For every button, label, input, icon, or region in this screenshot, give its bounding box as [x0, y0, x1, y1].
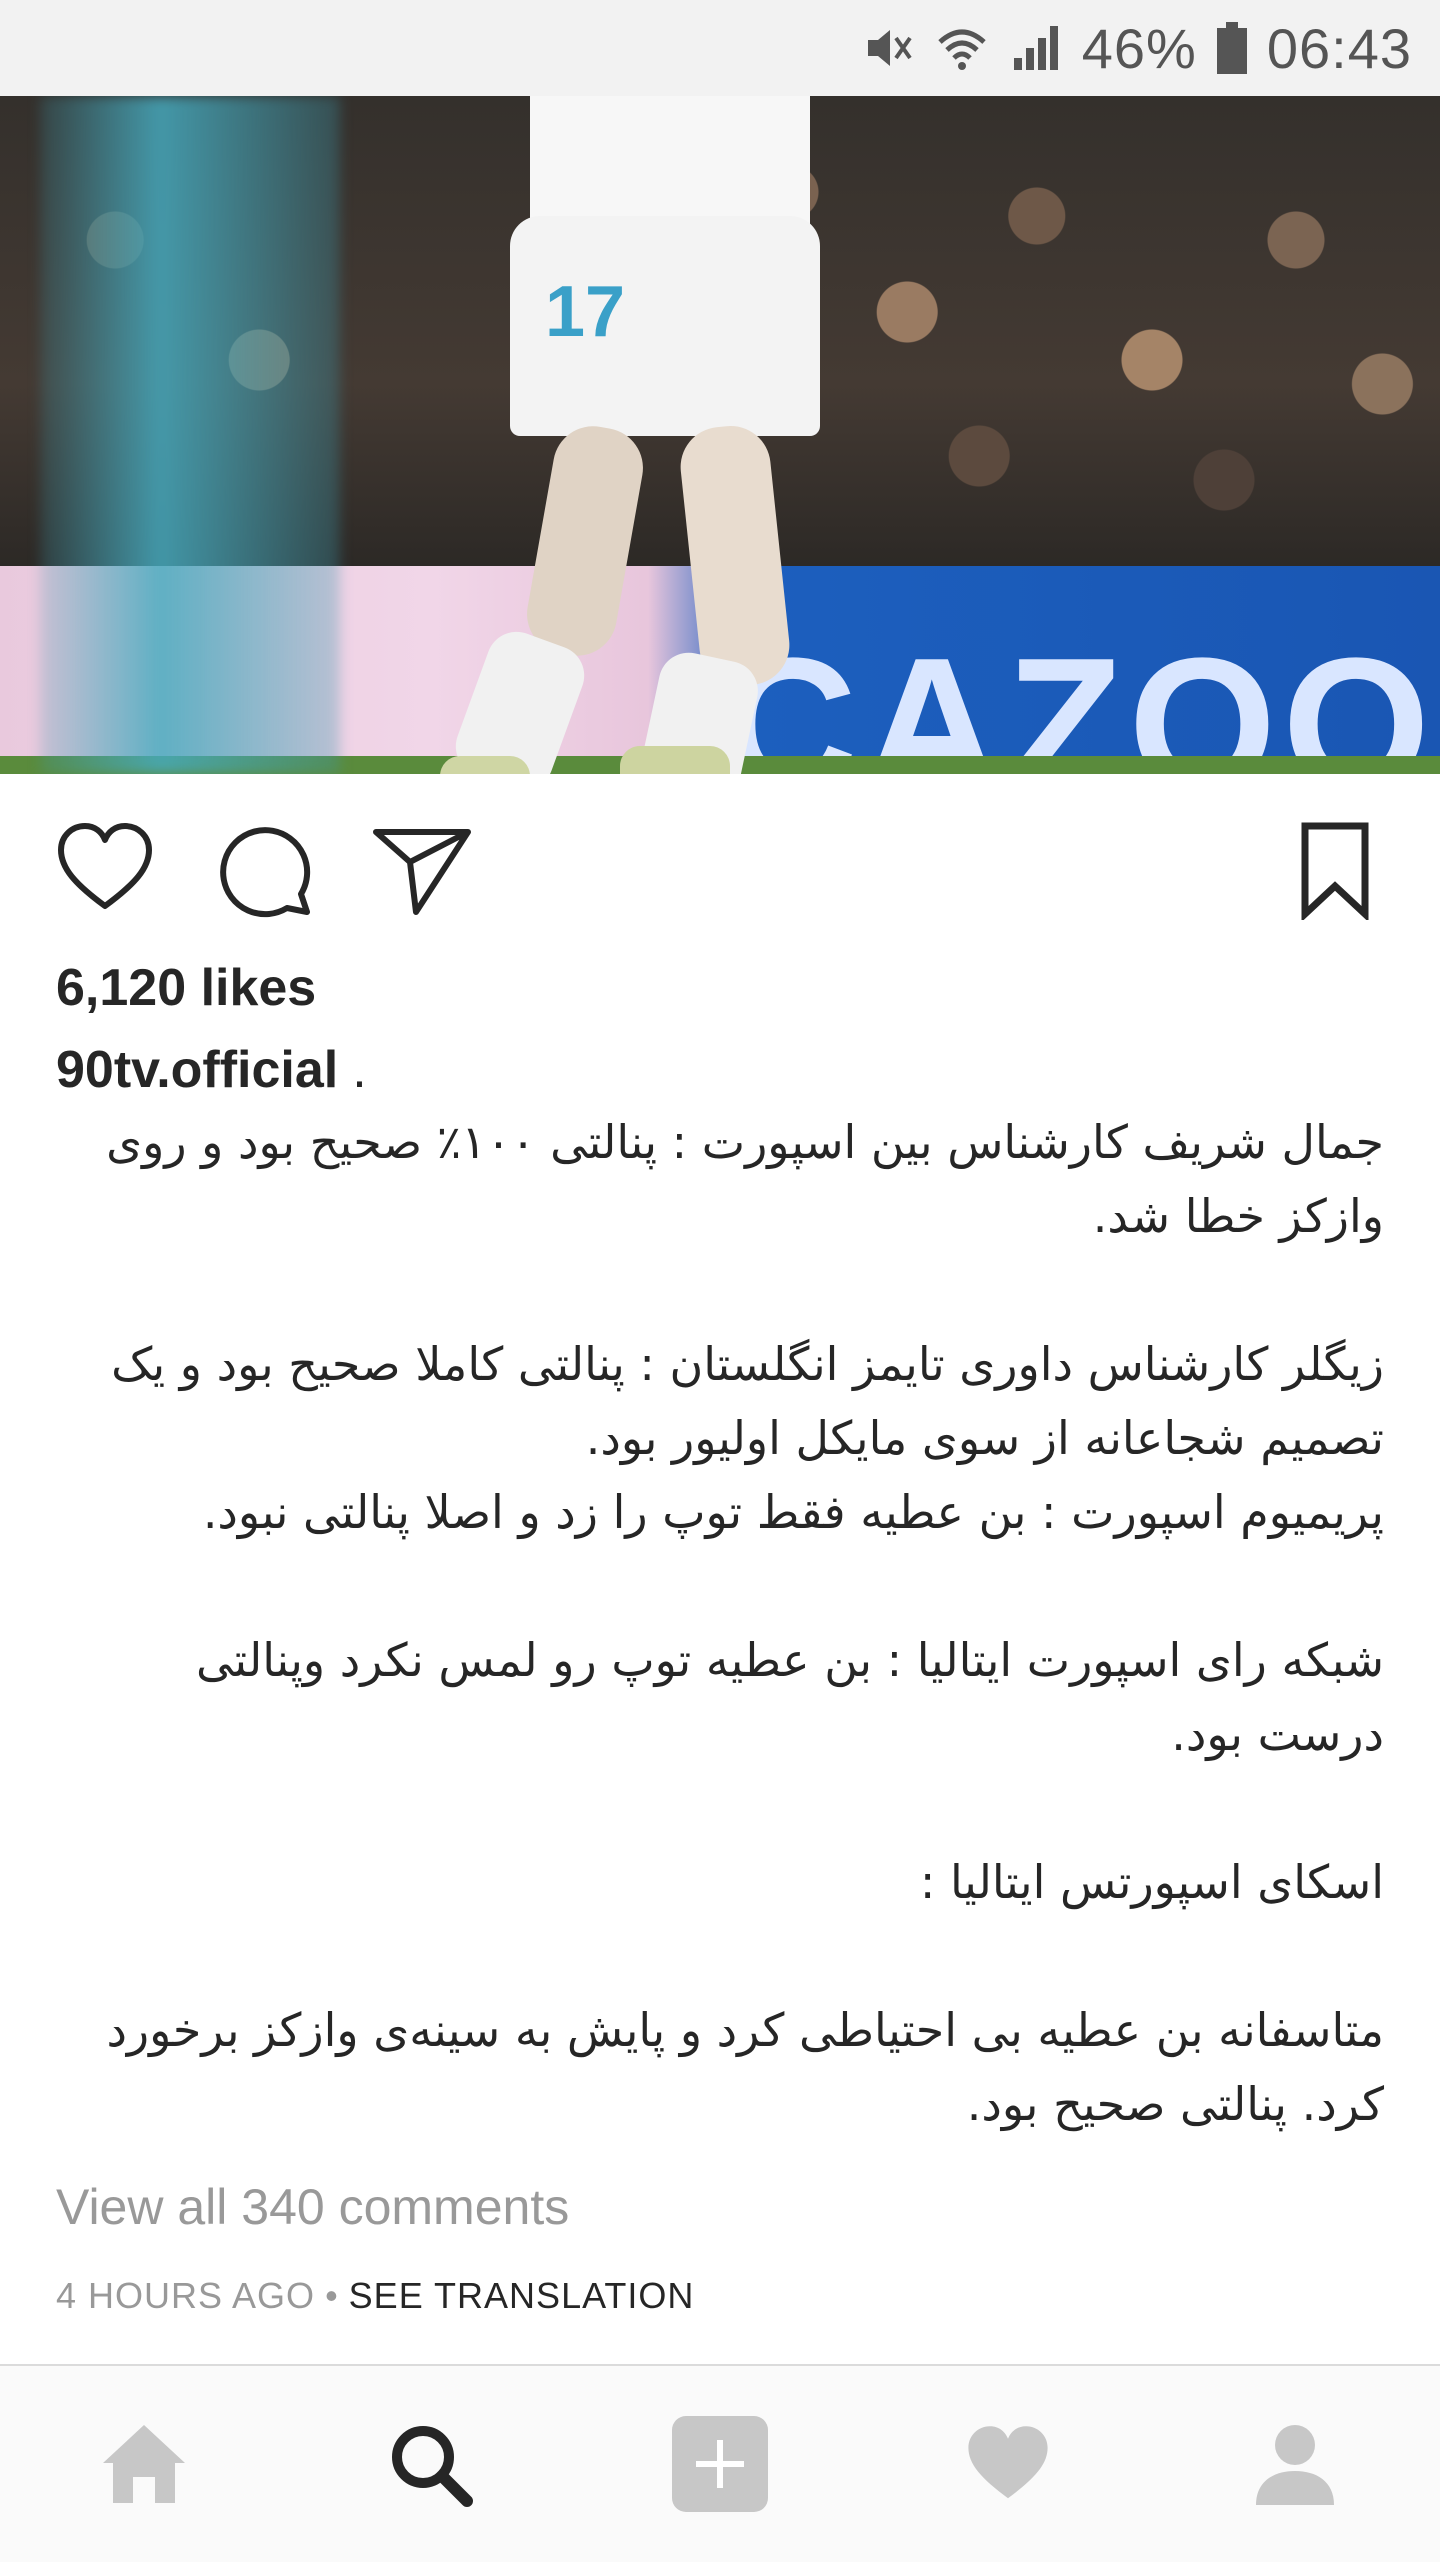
heart-icon [968, 2426, 1048, 2499]
caption-line: زیگلر کارشناس داوری تایمز انگلستان : پنا… [111, 1337, 1384, 1465]
home-icon [103, 2425, 185, 2503]
add-icon [672, 2416, 768, 2512]
save-button[interactable] [1285, 820, 1385, 920]
bookmark-icon [1301, 822, 1369, 920]
username-suffix: . [352, 1041, 367, 1099]
bottom-navigation [0, 2364, 1440, 2562]
caption-line: شبکه رای اسپورت ایتالیا : بن عطیه توپ رو… [195, 1633, 1384, 1761]
profile-icon [1256, 2425, 1334, 2505]
share-button[interactable] [372, 820, 472, 920]
ad-board-text: CAZOOO [720, 619, 1440, 774]
nav-home[interactable] [94, 2414, 194, 2514]
caption-spacer [56, 1253, 1384, 1327]
post-image[interactable]: CAZOOO 17 [0, 96, 1440, 774]
caption-spacer [56, 1549, 1384, 1623]
search-icon [392, 2426, 473, 2507]
caption-line: پریمیوم اسپورت : بن عطیه فقط توپ را زد و… [202, 1485, 1384, 1539]
post-meta: 4 HOURS AGO • SEE TRANSLATION [56, 2275, 694, 2317]
status-icons: 46% 06:43 [860, 0, 1412, 96]
nav-search[interactable] [380, 2414, 480, 2514]
view-all-comments-link[interactable]: View all 340 comments [56, 2178, 569, 2236]
caption-line: متاسفانه بن عطیه بی احتیاطی کرد و پایش ب… [106, 2003, 1384, 2131]
post-caption: جمال شریف کارشناس بین اسپورت : پنالتی ۱۰… [56, 1105, 1384, 2141]
nav-profile[interactable] [1245, 2414, 1345, 2514]
nav-activity[interactable] [958, 2414, 1058, 2514]
wifi-icon [934, 20, 990, 76]
post-actions [0, 800, 1440, 930]
comment-button[interactable] [215, 820, 315, 920]
caption-spacer [56, 1771, 1384, 1845]
battery-icon [1215, 20, 1249, 76]
post-username-row: 90tv.official. [56, 1040, 367, 1100]
comment-icon [220, 827, 311, 918]
clock-time: 06:43 [1266, 16, 1412, 80]
like-button[interactable] [55, 820, 155, 920]
caption-spacer [56, 1919, 1384, 1993]
nav-add[interactable] [670, 2414, 770, 2514]
caption-line: جمال شریف کارشناس بین اسپورت : پنالتی ۱۰… [106, 1115, 1384, 1243]
caption-line: اسکای اسپورتس ایتالیا : [919, 1855, 1384, 1909]
battery-percent: 46% [1081, 16, 1197, 80]
send-icon [373, 829, 471, 915]
player-boot [440, 756, 530, 774]
player-boot [620, 746, 730, 774]
status-bar: 46% 06:43 [0, 0, 1440, 96]
username-link[interactable]: 90tv.official [56, 1041, 338, 1099]
signal-icon [1008, 20, 1064, 76]
meta-separator: • [325, 2275, 339, 2316]
heart-icon [58, 823, 152, 909]
mute-icon [860, 20, 916, 76]
see-translation-link[interactable]: SEE TRANSLATION [349, 2275, 695, 2316]
blurred-player [40, 96, 340, 774]
likes-count[interactable]: 6,120 likes [56, 958, 316, 1018]
post-timestamp: 4 HOURS AGO [56, 2275, 316, 2316]
shorts-number: 17 [545, 272, 626, 352]
